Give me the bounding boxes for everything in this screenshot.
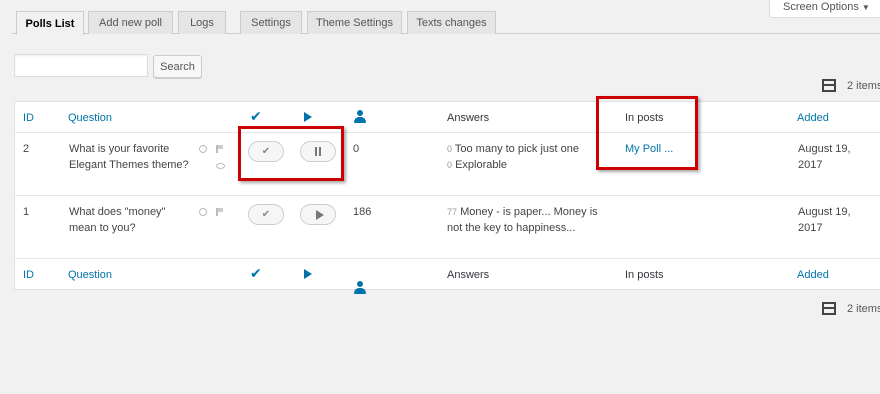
highlight-box bbox=[238, 126, 344, 181]
votes-count: 186 bbox=[353, 206, 372, 218]
added-date: August 19, bbox=[798, 206, 851, 218]
eye-icon[interactable] bbox=[216, 163, 225, 169]
answer-count: 0 bbox=[447, 160, 453, 170]
answer-text: not the key to happiness... bbox=[447, 222, 576, 234]
question-text[interactable]: What is your favorite bbox=[69, 141, 169, 157]
table-layout-icon bbox=[822, 302, 836, 315]
activate-poll-button[interactable]: ✔ bbox=[248, 204, 284, 225]
tab-settings[interactable]: Settings bbox=[240, 11, 302, 34]
question-text[interactable]: What does "money" bbox=[69, 204, 165, 220]
answer-text: Money - is paper... Money is bbox=[460, 206, 598, 218]
col-footer-in-posts: In posts bbox=[625, 269, 664, 281]
col-header-added[interactable]: Added bbox=[797, 110, 829, 126]
answer-text: Too many to pick just one bbox=[454, 143, 579, 155]
items-count-label: 2 items bbox=[847, 79, 880, 92]
col-header-id: ID bbox=[23, 112, 34, 124]
added-year: 2017 bbox=[798, 222, 823, 234]
flag-icon[interactable] bbox=[216, 208, 223, 216]
col-footer-answers: Answers bbox=[447, 269, 490, 281]
col-footer-added[interactable]: Added bbox=[797, 267, 829, 283]
col-header-answers: Answers bbox=[447, 112, 490, 124]
added-date: August 19, bbox=[798, 143, 851, 155]
search-button[interactable]: Search bbox=[153, 55, 202, 78]
dropdown-arrow-icon: ▼ bbox=[861, 3, 870, 12]
tab-add-new-poll[interactable]: Add new poll bbox=[88, 11, 173, 34]
added-year: 2017 bbox=[798, 159, 823, 171]
flag-icon[interactable] bbox=[216, 145, 223, 153]
col-header-check-icon: ✔ bbox=[250, 108, 262, 124]
check-icon: ✔ bbox=[261, 209, 271, 220]
row-divider bbox=[14, 132, 880, 133]
search-input[interactable] bbox=[14, 54, 148, 77]
answer-item: 77 Money - is paper... Money is bbox=[447, 204, 598, 220]
table-layout-icon bbox=[822, 79, 836, 92]
screen-options-label: Screen Options bbox=[783, 1, 859, 13]
refresh-icon[interactable] bbox=[199, 145, 207, 153]
question-text[interactable]: mean to you? bbox=[69, 220, 136, 236]
highlight-box bbox=[596, 96, 698, 170]
items-count-bottom: 2 items bbox=[822, 302, 880, 315]
tab-theme-settings[interactable]: Theme Settings bbox=[307, 11, 402, 34]
col-header-play-icon bbox=[304, 112, 312, 122]
row-divider bbox=[14, 195, 880, 196]
answer-item: 0 Explorable bbox=[447, 157, 507, 173]
col-footer-voters-icon bbox=[353, 281, 367, 295]
answer-count: 77 bbox=[447, 207, 458, 217]
items-count-top: 2 items bbox=[822, 79, 880, 92]
col-footer-id: ID bbox=[23, 269, 34, 281]
refresh-icon[interactable] bbox=[199, 208, 207, 216]
play-icon bbox=[315, 209, 324, 220]
items-count-label: 2 items bbox=[847, 302, 880, 315]
tab-logs[interactable]: Logs bbox=[178, 11, 226, 34]
row-divider bbox=[14, 258, 880, 259]
col-footer-play-icon bbox=[304, 269, 312, 279]
col-footer-question[interactable]: Question bbox=[68, 267, 112, 283]
tab-texts-changes[interactable]: Texts changes bbox=[407, 11, 496, 34]
answer-item: 0 Too many to pick just one bbox=[447, 141, 579, 157]
col-header-voters-icon bbox=[353, 110, 367, 124]
answer-text: Explorable bbox=[455, 159, 508, 171]
screen-options-button[interactable]: Screen Options ▼ bbox=[769, 0, 880, 18]
tab-polls-list[interactable]: Polls List bbox=[16, 11, 84, 35]
votes-count: 0 bbox=[353, 143, 360, 155]
row-id: 2 bbox=[23, 143, 30, 155]
question-text[interactable]: Elegant Themes theme? bbox=[69, 157, 189, 173]
col-header-question[interactable]: Question bbox=[68, 110, 112, 126]
row-id: 1 bbox=[23, 206, 30, 218]
answer-count: 0 bbox=[447, 144, 453, 154]
col-footer-check-icon: ✔ bbox=[250, 265, 262, 281]
start-poll-button[interactable] bbox=[300, 204, 336, 225]
